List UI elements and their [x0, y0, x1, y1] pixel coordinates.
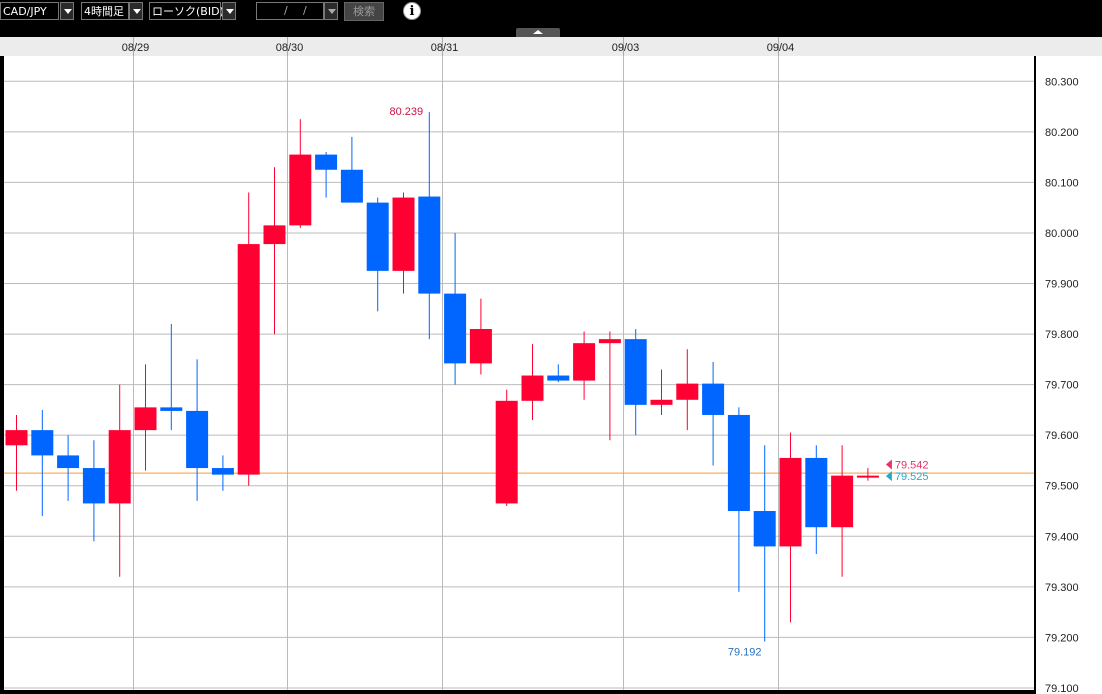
- candle-body: [108, 430, 131, 504]
- candle-body: [315, 154, 338, 170]
- y-tick-label: 79.600: [1045, 430, 1079, 442]
- candle-body: [779, 457, 802, 547]
- candle-body: [753, 511, 776, 547]
- ask-price-label: 79.542: [895, 460, 929, 472]
- candle-body: [186, 410, 209, 469]
- x-tick-label: 09/04: [767, 42, 795, 54]
- y-tick-label: 79.700: [1045, 380, 1079, 392]
- candle-body: [57, 455, 80, 469]
- ask-marker-icon: [885, 459, 892, 470]
- candle-body: [727, 414, 750, 512]
- y-tick-label: 80.200: [1045, 127, 1079, 139]
- candle-body: [598, 339, 621, 344]
- candle-body: [805, 457, 828, 528]
- y-tick-label: 79.200: [1045, 632, 1079, 644]
- candle-body: [366, 202, 389, 271]
- y-tick-label: 79.500: [1045, 481, 1079, 493]
- candle-body: [289, 154, 312, 226]
- candle-body: [573, 343, 596, 381]
- candle-body: [444, 293, 467, 364]
- x-tick-label: 09/03: [612, 42, 640, 54]
- candle-body: [469, 329, 492, 364]
- candle-body: [831, 475, 854, 528]
- candle-body: [650, 399, 673, 405]
- candle-body: [134, 407, 157, 431]
- y-tick-label: 79.100: [1045, 683, 1079, 694]
- x-tick-label: 08/29: [122, 42, 150, 54]
- candle-body: [237, 244, 260, 475]
- y-tick-label: 80.300: [1045, 76, 1079, 88]
- y-tick-label: 79.400: [1045, 531, 1079, 543]
- candle-body: [263, 225, 286, 245]
- y-tick-label: 79.300: [1045, 582, 1079, 594]
- candle-body: [340, 169, 363, 203]
- low-price-label: 79.192: [728, 646, 762, 658]
- bid-price-label: 79.525: [895, 471, 929, 483]
- x-tick-label: 08/31: [431, 42, 459, 54]
- candle-body: [418, 196, 441, 294]
- candle-body: [856, 475, 879, 478]
- candle-body: [82, 468, 105, 504]
- y-tick-label: 80.000: [1045, 228, 1079, 240]
- y-tick-label: 80.100: [1045, 177, 1079, 189]
- candle-body: [31, 430, 54, 456]
- candle-body: [5, 430, 28, 446]
- candle-body: [547, 375, 570, 381]
- candle-body: [676, 383, 699, 400]
- candle-body: [624, 339, 647, 405]
- y-tick-label: 79.900: [1045, 279, 1079, 291]
- candle-body: [495, 400, 518, 504]
- candle-body: [521, 375, 544, 401]
- high-price-label: 80.239: [389, 106, 423, 118]
- candle-body: [211, 468, 234, 475]
- candle-body: [160, 407, 183, 411]
- candle-body: [702, 383, 725, 415]
- candlestick-chart: 80.300 80.200 80.100 80.000 79.900 79.800 79.7…: [4, 37, 1079, 694]
- candle-body: [392, 197, 415, 271]
- x-tick-label: 08/30: [276, 42, 304, 54]
- y-tick-label: 79.800: [1045, 329, 1079, 341]
